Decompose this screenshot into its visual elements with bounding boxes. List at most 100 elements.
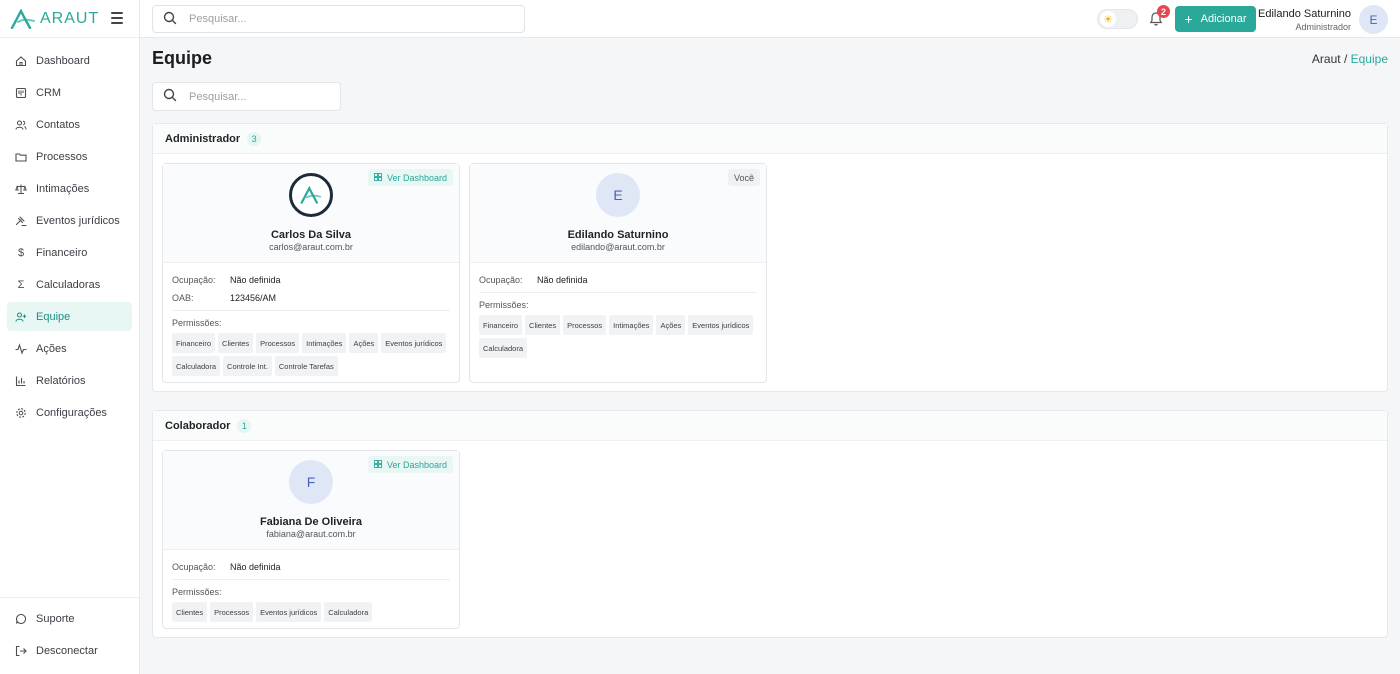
member-card-header: F Ver Dashboard Fabiana De Oliveira fabi… xyxy=(163,451,459,550)
divider xyxy=(479,292,757,293)
sidebar: ARAUT Dashboard CRM Contatos Processos I… xyxy=(0,0,140,674)
ocupacao-label: Ocupação: xyxy=(172,562,216,572)
team-search[interactable] xyxy=(152,82,341,111)
divider xyxy=(172,310,450,311)
permissions-label: Permissões: xyxy=(479,299,529,310)
permissions-list: Financeiro Clientes Processos Intimações… xyxy=(172,333,450,376)
oab-row: OAB: 123456/AM xyxy=(172,289,450,307)
activity-icon xyxy=(15,342,27,355)
ocupacao-value: Não definida xyxy=(230,562,281,572)
sidebar-item-label: Ações xyxy=(36,342,67,355)
sidebar-item-label: Contatos xyxy=(36,118,81,131)
sidebar-item-relatorios[interactable]: Relatórios xyxy=(7,366,132,395)
add-button-label: Adicionar xyxy=(1200,13,1247,25)
member-avatar: E xyxy=(596,173,640,217)
sidebar-item-acoes[interactable]: Ações xyxy=(7,334,132,363)
global-search-input[interactable] xyxy=(189,13,489,25)
member-card-header: Ver Dashboard Carlos Da Silva carlos@ara… xyxy=(163,164,459,263)
brand-logo[interactable]: ARAUT xyxy=(10,8,99,29)
scale-icon xyxy=(15,183,27,195)
sidebar-item-desconectar[interactable]: Desconectar xyxy=(7,636,133,665)
view-dashboard-label: Ver Dashboard xyxy=(386,172,447,183)
sun-icon: ☀ xyxy=(1100,11,1116,27)
member-email: fabiana@araut.com.br xyxy=(266,529,356,539)
sidebar-item-label: Suporte xyxy=(36,612,75,625)
permission-chip: Clientes xyxy=(172,602,208,622)
oab-label: OAB: xyxy=(172,293,194,303)
sidebar-item-configuracoes[interactable]: Configurações xyxy=(7,398,132,427)
sidebar-item-label: CRM xyxy=(36,86,62,99)
group-header: Colaborador 1 xyxy=(153,411,1387,441)
notification-badge: 2 xyxy=(1157,5,1170,18)
permissions-label: Permissões: xyxy=(172,317,222,328)
member-name: Carlos Da Silva xyxy=(270,229,352,241)
permission-chip: Processos xyxy=(210,602,254,622)
sidebar-item-contatos[interactable]: Contatos xyxy=(7,110,132,139)
sidebar-item-intimacoes[interactable]: Intimações xyxy=(7,174,132,203)
theme-toggle[interactable]: ☀ xyxy=(1097,9,1138,29)
permissions-list: Financeiro Clientes Processos Intimações… xyxy=(479,315,757,358)
araut-logo-icon xyxy=(300,186,322,204)
permission-chip: Ações xyxy=(656,315,686,335)
bar-chart-icon xyxy=(15,375,27,387)
member-email: edilando@araut.com.br xyxy=(571,242,665,252)
sidebar-item-processos[interactable]: Processos xyxy=(7,142,132,171)
member-name: Edilando Saturnino xyxy=(567,229,669,241)
search-icon xyxy=(163,88,177,105)
permission-chip: Calculadora xyxy=(172,356,221,376)
sidebar-item-calculadoras[interactable]: Σ Calculadoras xyxy=(7,270,132,299)
sidebar-item-equipe[interactable]: Equipe xyxy=(7,302,132,331)
menu-toggle-icon[interactable] xyxy=(111,12,123,24)
add-button[interactable]: + Adicionar xyxy=(1175,6,1256,32)
araut-logo-icon xyxy=(10,8,35,29)
global-search[interactable] xyxy=(152,5,525,33)
ocupacao-label: Ocupação: xyxy=(172,275,216,285)
sidebar-item-eventos-juridicos[interactable]: Eventos jurídicos xyxy=(7,206,132,235)
ocupacao-value: Não definida xyxy=(537,275,588,285)
sidebar-item-label: Dashboard xyxy=(36,54,90,67)
permission-chip: Financeiro xyxy=(479,315,523,335)
page-title: Equipe xyxy=(152,48,213,68)
member-card-carlos: Ver Dashboard Carlos Da Silva carlos@ara… xyxy=(162,163,460,383)
dollar-icon: $ xyxy=(17,246,25,259)
group-header: Administrador 3 xyxy=(153,124,1387,154)
permission-chip: Intimações xyxy=(302,333,347,353)
company-logo-avatar xyxy=(289,173,333,217)
permission-chip: Processos xyxy=(563,315,607,335)
sidebar-item-label: Equipe xyxy=(36,310,71,323)
gavel-icon xyxy=(15,215,27,227)
permission-chip: Eventos jurídicos xyxy=(381,333,447,353)
group-colaborador: Colaborador 1 F Ver Dashboard Fabiana De… xyxy=(152,410,1388,638)
sidebar-item-label: Calculadoras xyxy=(36,278,101,291)
member-card-fabiana: F Ver Dashboard Fabiana De Oliveira fabi… xyxy=(162,450,460,629)
sidebar-item-dashboard[interactable]: Dashboard xyxy=(7,46,132,75)
group-title: Administrador xyxy=(165,132,241,145)
team-search-input[interactable] xyxy=(189,90,339,103)
user-avatar[interactable]: E xyxy=(1359,5,1388,34)
permission-chip: Intimações xyxy=(609,315,654,335)
sidebar-item-crm[interactable]: CRM xyxy=(7,78,132,107)
users-icon xyxy=(15,119,27,131)
grid-icon xyxy=(374,172,382,183)
group-title: Colaborador xyxy=(165,419,231,432)
permission-chip: Calculadora xyxy=(479,338,528,358)
home-icon xyxy=(15,55,27,67)
view-dashboard-button[interactable]: Ver Dashboard xyxy=(367,456,453,473)
ocupacao-row: Ocupação: Não definida xyxy=(479,271,757,289)
user-name: Edilando Saturnino xyxy=(1258,8,1351,20)
breadcrumb-root[interactable]: Araut / xyxy=(1312,52,1347,66)
member-card-body: Ocupação: Não definida Permissões: Finan… xyxy=(470,263,766,364)
sidebar-nav: Dashboard CRM Contatos Processos Intimaç… xyxy=(0,38,139,427)
oab-value: 123456/AM xyxy=(230,293,277,303)
sidebar-bottom: Suporte Desconectar xyxy=(0,597,140,668)
breadcrumb-current[interactable]: Equipe xyxy=(1351,52,1388,66)
view-dashboard-button[interactable]: Ver Dashboard xyxy=(367,169,453,186)
sidebar-item-suporte[interactable]: Suporte xyxy=(7,604,133,633)
grid-icon xyxy=(374,459,382,470)
sigma-icon: Σ xyxy=(17,278,25,291)
ocupacao-value: Não definida xyxy=(230,275,281,285)
member-avatar: F xyxy=(289,460,333,504)
sidebar-item-financeiro[interactable]: $ Financeiro xyxy=(7,238,132,267)
member-email: carlos@araut.com.br xyxy=(269,242,353,252)
permissions-list: Clientes Processos Eventos jurídicos Cal… xyxy=(172,602,450,622)
